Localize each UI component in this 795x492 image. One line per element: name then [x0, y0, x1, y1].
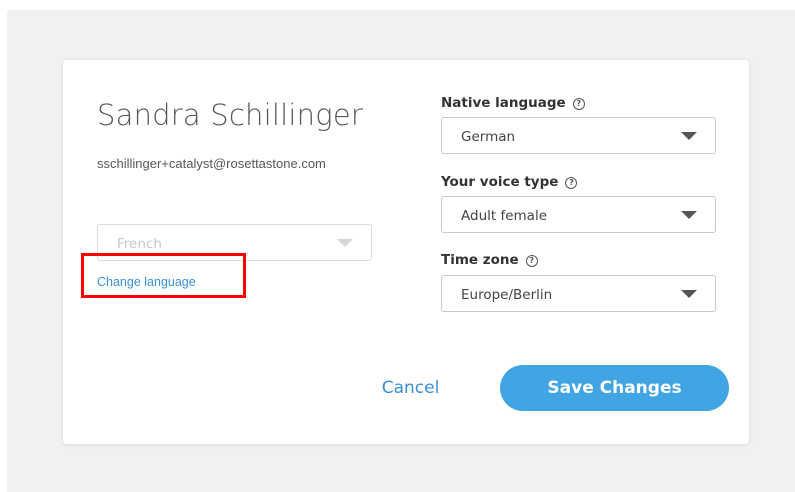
chevron-down-icon — [681, 211, 697, 219]
native-language-label: Native language? — [441, 95, 585, 111]
native-language-select[interactable]: German — [441, 117, 716, 154]
chevron-down-icon — [337, 239, 353, 247]
profile-settings-card: Sandra Schillinger sschillinger+catalyst… — [63, 60, 749, 444]
native-language-label-text: Native language — [441, 95, 566, 111]
voice-type-value: Adult female — [461, 208, 547, 224]
native-language-value: German — [461, 129, 516, 145]
voice-type-label-text: Your voice type — [441, 174, 559, 190]
user-email: sschillinger+catalyst@rosettastone.com — [97, 156, 326, 171]
chevron-down-icon — [681, 132, 697, 140]
time-zone-label-text: Time zone — [441, 252, 519, 268]
time-zone-select[interactable]: Europe/Berlin — [441, 275, 716, 312]
voice-type-label: Your voice type? — [441, 174, 578, 190]
highlight-box — [81, 253, 246, 298]
cancel-button[interactable]: Cancel — [363, 366, 458, 410]
chevron-down-icon — [681, 290, 697, 298]
learning-language-value: French — [117, 236, 162, 252]
time-zone-label: Time zone? — [441, 252, 538, 268]
help-icon[interactable]: ? — [565, 177, 578, 189]
save-changes-button[interactable]: Save Changes — [500, 365, 729, 411]
help-icon[interactable]: ? — [525, 255, 538, 267]
help-icon[interactable]: ? — [572, 98, 585, 110]
time-zone-value: Europe/Berlin — [461, 287, 553, 303]
voice-type-select[interactable]: Adult female — [441, 196, 716, 233]
user-name: Sandra Schillinger — [97, 98, 363, 132]
